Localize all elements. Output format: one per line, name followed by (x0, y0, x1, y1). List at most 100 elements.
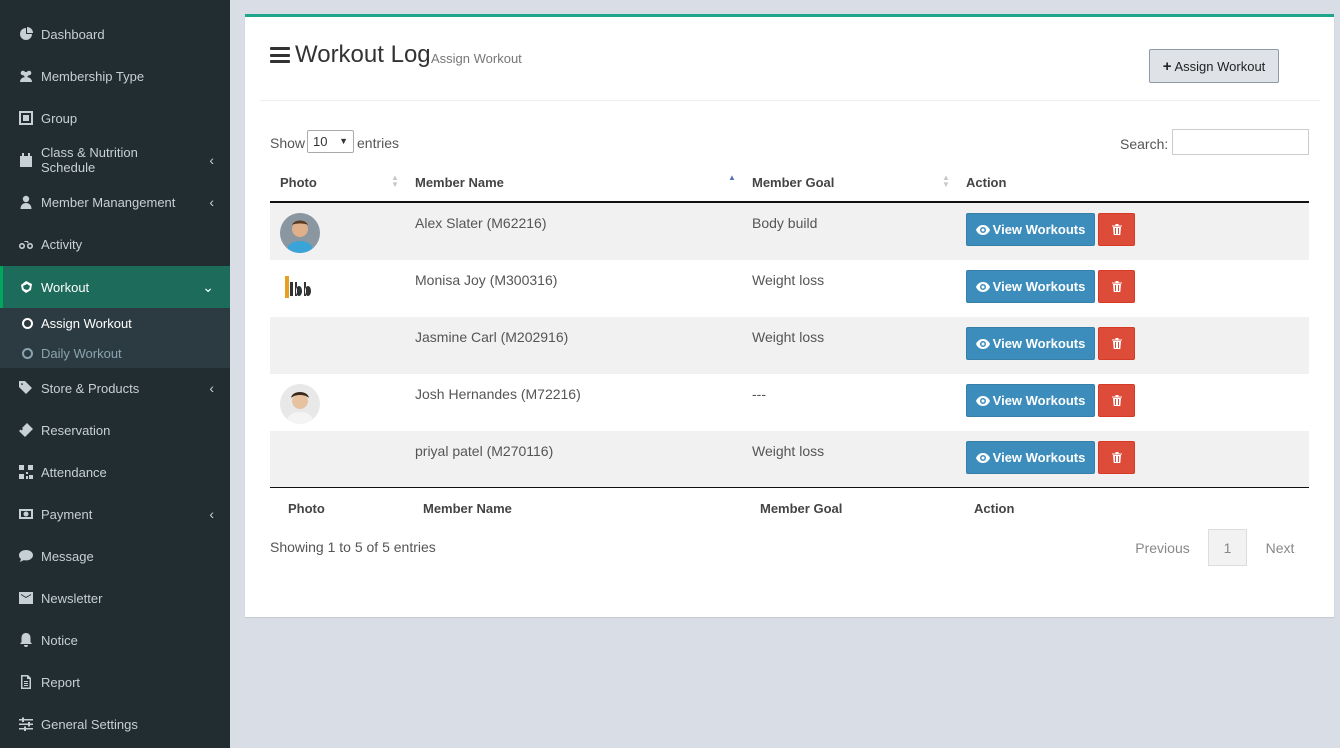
calendar-icon (18, 153, 34, 167)
sidebar-item-label: Reservation (41, 422, 111, 438)
sidebar-item-store-products[interactable]: Store & Products ‹ (0, 367, 230, 409)
member-name: Alex Slater (M62216) (415, 215, 547, 231)
sidebar-item-group[interactable]: Group (0, 97, 230, 139)
plus-icon: + (1162, 57, 1172, 75)
circle-icon (22, 347, 33, 359)
footer-column-photo: Photo (288, 501, 325, 516)
entries-label: entries (357, 135, 400, 151)
column-header-member-name[interactable]: Member Name (415, 175, 504, 190)
member-avatar (280, 213, 320, 253)
sidebar-item-notice[interactable]: Notice (0, 619, 230, 661)
view-workouts-button[interactable]: View Workouts (966, 270, 1095, 303)
sidebar-item-label: Class & Nutrition Schedule (41, 145, 138, 175)
member-goal: Body build (752, 215, 818, 231)
users-icon (18, 69, 34, 83)
submenu-item-assign-workout[interactable]: Assign Workout (0, 308, 230, 338)
pagination-next[interactable]: Next (1255, 529, 1305, 566)
pagination-previous[interactable]: Previous (1125, 529, 1200, 566)
delete-button[interactable] (1098, 270, 1135, 303)
view-workouts-button[interactable]: View Workouts (966, 441, 1095, 474)
member-goal: --- (752, 386, 766, 402)
view-workouts-label: View Workouts (992, 222, 1086, 237)
trash-icon (1111, 338, 1122, 349)
sidebar-item-label: Activity (41, 236, 83, 252)
view-workouts-label: View Workouts (992, 336, 1086, 351)
hand-icon (18, 280, 34, 294)
sort-both-icon: ▲ ▼ (942, 173, 950, 189)
view-workouts-label: View Workouts (992, 393, 1086, 408)
page-title: Workout Log (295, 41, 431, 68)
page-length-value: 10 (313, 134, 328, 149)
eye-icon (975, 224, 990, 235)
sidebar-item-activity[interactable]: Activity (0, 223, 230, 265)
sidebar-item-label: Dashboard (41, 26, 105, 42)
sort-both-icon: ▲ ▼ (391, 173, 399, 189)
eye-icon (975, 452, 990, 463)
submenu-item-label: Assign Workout (41, 315, 132, 331)
pagination-page-1[interactable]: 1 (1208, 529, 1247, 566)
ticket-icon (18, 423, 34, 437)
sidebar-item-workout[interactable]: Workout ⌄ (0, 266, 230, 308)
sidebar-item-newsletter[interactable]: Newsletter (0, 577, 230, 619)
sidebar-item-dashboard[interactable]: Dashboard (0, 13, 230, 55)
delete-button[interactable] (1098, 213, 1135, 246)
assign-workout-button[interactable]: + Assign Workout (1149, 49, 1279, 83)
member-goal: Weight loss (752, 443, 825, 459)
envelope-icon (18, 591, 34, 605)
trash-icon (1111, 395, 1122, 406)
sidebar-item-member-management[interactable]: Member Manangement ‹ (0, 181, 230, 223)
view-workouts-label: View Workouts (992, 450, 1086, 465)
bicycle-icon (18, 237, 34, 251)
delete-button[interactable] (1098, 441, 1135, 474)
footer-column-action: Action (974, 501, 1015, 516)
member-name: Monisa Joy (M300316) (415, 272, 558, 288)
submenu-item-label: Daily Workout (41, 345, 122, 361)
view-workouts-button[interactable]: View Workouts (966, 213, 1095, 246)
sort-asc-icon: ▲ (728, 173, 736, 182)
search-input[interactable] (1172, 129, 1309, 155)
member-name: Jasmine Carl (M202916) (415, 329, 569, 345)
delete-button[interactable] (1098, 384, 1135, 417)
hamburger-icon[interactable] (270, 47, 290, 63)
sidebar-item-label: Member Manangement (41, 194, 176, 210)
table-row: priyal patel (M270116) Weight loss View … (270, 431, 1309, 488)
view-workouts-button[interactable]: View Workouts (966, 384, 1095, 417)
sidebar-item-reservation[interactable]: Reservation (0, 409, 230, 451)
sidebar-item-membership-type[interactable]: Membership Type (0, 55, 230, 97)
circle-icon (22, 317, 33, 329)
chevron-left-icon: ‹ (209, 152, 214, 168)
workout-log-box: Workout Log Assign Workout + Assign Work… (245, 14, 1334, 617)
sidebar-item-payment[interactable]: Payment ‹ (0, 493, 230, 535)
table-footer-divider (270, 487, 1309, 488)
view-workouts-label: View Workouts (992, 279, 1086, 294)
eye-icon (975, 281, 990, 292)
sidebar-item-label: Payment (41, 506, 93, 522)
eye-icon (975, 395, 990, 406)
trash-icon (1111, 281, 1122, 292)
comment-icon (18, 549, 34, 563)
group-icon (18, 111, 34, 125)
chevron-left-icon: ‹ (209, 506, 214, 522)
sidebar-item-class-nutrition-schedule[interactable]: Class & Nutrition Schedule ‹ (0, 139, 230, 181)
page-length-select[interactable]: 10 ▼ (307, 130, 354, 153)
column-header-photo[interactable]: Photo (280, 175, 317, 190)
sidebar-item-label: Notice (41, 632, 78, 648)
delete-button[interactable] (1098, 327, 1135, 360)
sidebar-item-label: Newsletter (41, 590, 103, 606)
sidebar-item-general-settings[interactable]: General Settings (0, 703, 230, 745)
submenu-item-daily-workout[interactable]: Daily Workout (0, 338, 230, 368)
dropdown-arrow-icon: ▼ (339, 136, 348, 146)
sidebar-item-report[interactable]: Report (0, 661, 230, 703)
tags-icon (18, 381, 34, 395)
dashboard-icon (18, 27, 34, 41)
sidebar-item-message[interactable]: Message (0, 535, 230, 577)
view-workouts-button[interactable]: View Workouts (966, 327, 1095, 360)
column-header-member-goal[interactable]: Member Goal (752, 175, 834, 190)
member-goal: Weight loss (752, 272, 825, 288)
sidebar-item-label: Membership Type (41, 68, 145, 84)
sidebar-item-attendance[interactable]: Attendance (0, 451, 230, 493)
eye-icon (975, 338, 990, 349)
table-row: Josh Hernandes (M72216) --- View Workout… (270, 374, 1309, 431)
sliders-icon (18, 717, 34, 731)
member-name: Josh Hernandes (M72216) (415, 386, 581, 402)
